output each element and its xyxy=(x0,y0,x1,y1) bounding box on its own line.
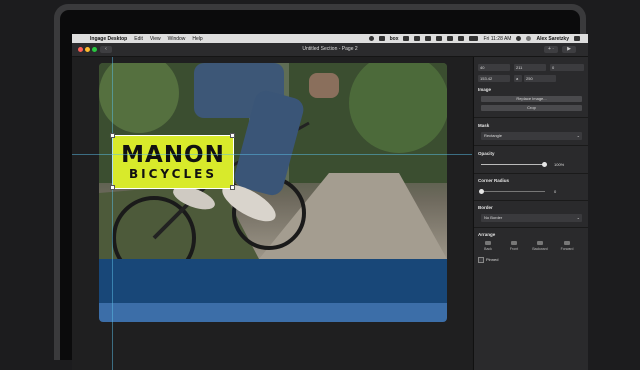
blue-band-top[interactable] xyxy=(99,259,447,303)
bring-forward-icon xyxy=(564,241,570,245)
play-button[interactable]: ▶ xyxy=(562,46,576,53)
divider xyxy=(474,227,588,228)
corner-radius-slider-track[interactable] xyxy=(481,191,545,192)
menu-bar: Ingage Desktop Edit View Window Help box xyxy=(72,34,588,43)
send-to-back-button[interactable]: Back xyxy=(477,241,499,251)
logo-line-2: BICYCLES xyxy=(129,167,217,181)
replace-image-button[interactable]: Replace Image... xyxy=(481,96,582,102)
evernote-icon[interactable] xyxy=(403,36,410,41)
menu-help[interactable]: Help xyxy=(192,36,202,42)
divider xyxy=(474,117,588,118)
dropbox-icon[interactable] xyxy=(378,36,385,41)
resize-handle-bottom-left[interactable] xyxy=(110,185,115,190)
position-y-field[interactable]: 211 xyxy=(514,64,546,71)
search-icon[interactable] xyxy=(516,36,522,41)
clock[interactable]: Fri 11:28 AM xyxy=(483,36,511,42)
app-menu[interactable]: Ingage Desktop xyxy=(90,36,127,42)
border-value: No Border xyxy=(484,215,503,220)
mask-value: Rectangle xyxy=(484,133,503,138)
avatar[interactable] xyxy=(526,36,532,41)
arrange-forward-label: Forward xyxy=(560,247,574,251)
opacity-slider-knob[interactable] xyxy=(542,162,547,167)
volume-icon[interactable] xyxy=(458,36,465,41)
laptop-bezel: Ingage Desktop Edit View Window Help box xyxy=(60,10,588,370)
opacity-value[interactable]: 100% xyxy=(554,162,564,167)
resize-handle-bottom-right[interactable] xyxy=(230,185,235,190)
opacity-section-label: Opacity xyxy=(478,151,495,156)
border-section-label: Border xyxy=(478,205,493,210)
send-backward-button[interactable]: Backward xyxy=(529,241,551,251)
record-icon[interactable] xyxy=(368,36,374,41)
bring-to-front-button[interactable]: Front xyxy=(503,241,525,251)
arrange-back-label: Back xyxy=(484,247,492,251)
window-titlebar: ‹ Untitled Section - Page 2 + · ▶ xyxy=(72,43,588,57)
height-field[interactable]: 250 xyxy=(524,75,556,82)
opacity-slider-fill xyxy=(481,164,545,165)
chevron-icon: ⌄ xyxy=(576,133,580,138)
chevron-icon: ⌄ xyxy=(576,215,580,220)
box-icon[interactable]: box xyxy=(390,36,399,42)
arrange-section-label: Arrange xyxy=(478,232,496,237)
bluetooth-icon[interactable] xyxy=(425,36,432,41)
divider xyxy=(474,200,588,201)
mask-section-label: Mask xyxy=(478,123,490,128)
corner-radius-slider-knob[interactable] xyxy=(479,189,484,194)
image-section-label: Image xyxy=(478,87,492,92)
inspector-panel: 40 211 0 153.42 a 250 Image Replace Imag… xyxy=(473,57,588,370)
pinned-label: Pinned xyxy=(486,257,499,262)
resize-handle-top-right[interactable] xyxy=(230,133,235,138)
bring-to-front-icon xyxy=(511,241,517,245)
mask-select[interactable]: Rectangle ⌄ xyxy=(481,132,582,140)
width-field[interactable]: 153.42 xyxy=(478,75,510,82)
menu-window[interactable]: Window xyxy=(168,36,186,42)
arrange-backward-label: Backward xyxy=(532,247,548,251)
laptop-frame: Ingage Desktop Edit View Window Help box xyxy=(54,4,588,370)
resize-handle-top-left[interactable] xyxy=(110,133,115,138)
manon-bicycles-logo[interactable]: MANON BICYCLES xyxy=(112,135,234,189)
crop-button[interactable]: Crop xyxy=(481,105,582,111)
bring-forward-button[interactable]: Forward xyxy=(556,241,578,251)
window-title: Untitled Section - Page 2 xyxy=(302,46,358,52)
page-canvas[interactable]: MANON BICYCLES xyxy=(72,57,472,370)
border-select[interactable]: No Border ⌄ xyxy=(481,214,582,222)
divider xyxy=(474,145,588,146)
pinned-checkbox[interactable] xyxy=(478,257,484,263)
corner-radius-value[interactable]: 0 xyxy=(554,189,556,194)
lock-aspect-button[interactable]: a xyxy=(514,75,522,82)
position-x-field[interactable]: 40 xyxy=(478,64,510,71)
notification-center-icon[interactable] xyxy=(574,36,580,41)
page-spread: MANON BICYCLES xyxy=(99,63,447,322)
wifi-icon[interactable] xyxy=(447,36,454,41)
alignment-guide-vertical xyxy=(112,57,113,370)
screen: Ingage Desktop Edit View Window Help box xyxy=(72,34,588,370)
airplay-icon[interactable] xyxy=(436,36,443,41)
send-to-back-icon xyxy=(485,241,491,245)
menu-edit[interactable]: Edit xyxy=(134,36,143,42)
logo-line-1: MANON xyxy=(121,142,225,168)
user-name[interactable]: Alex Saretzky xyxy=(536,36,569,42)
blue-band-bottom[interactable] xyxy=(99,303,447,322)
divider xyxy=(474,173,588,174)
arrange-front-label: Front xyxy=(509,247,519,251)
battery-icon[interactable] xyxy=(469,36,479,41)
add-button[interactable]: + · xyxy=(544,46,558,53)
send-backward-icon xyxy=(537,241,543,245)
corner-radius-section-label: Corner Radius xyxy=(478,178,510,183)
alignment-guide-horizontal xyxy=(72,154,472,155)
cloud-icon[interactable] xyxy=(414,36,421,41)
rotation-field[interactable]: 0 xyxy=(550,64,584,71)
status-area: box Fri 11:28 AM Alex Saretzky xyxy=(368,36,580,42)
menu-view[interactable]: View xyxy=(150,36,161,42)
